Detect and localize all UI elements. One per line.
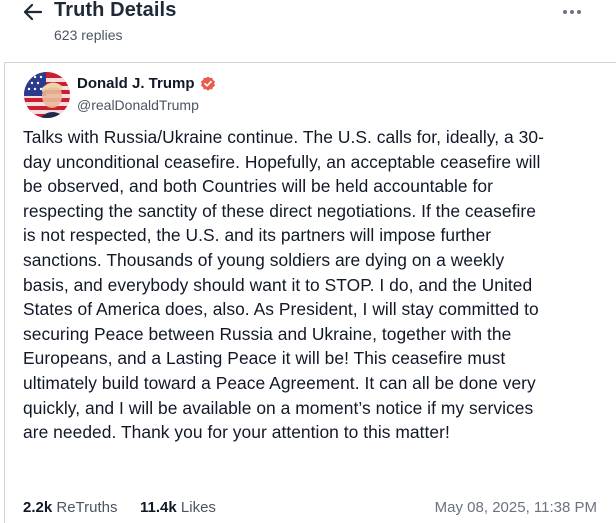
author-handle[interactable]: @realDonaldTrump [77,97,199,113]
retruths-count: 2.2k [23,499,53,516]
post-body-line: Talks with Russia/Ukraine continue. The … [23,127,544,147]
retruths-label: ReTruths [56,499,118,516]
page-header: Truth Details 623 replies [0,0,616,56]
page-title: Truth Details [54,0,177,21]
post-body-line: are needed. Thank you for your attention… [23,422,450,443]
likes-stat[interactable]: 11.4k Likes [140,499,216,516]
post-stats: 2.2k ReTruths 11.4k Likes May 08, 2025, … [23,499,616,521]
post-body-line: ultimately build toward a Peace Agreemen… [23,372,536,393]
avatar-image [24,72,70,118]
more-options-button[interactable] [560,4,584,20]
author-name-text: Donald J. Trump [77,75,195,92]
arrow-left-icon [24,4,42,20]
post-body-line: Europeans, and a Lasting Peace it will b… [23,348,506,369]
post-body-line: quickly, and I will be available on a mo… [23,397,534,418]
replies-count: 623 replies [54,27,123,43]
verified-badge-icon [200,76,216,92]
post-body-line: is not respected, the U.S. and its partn… [23,225,492,246]
post-body: Talks with Russia/Ukraine continue. The … [23,125,603,445]
post-body-line: basis, and everybody should want it to S… [23,274,533,295]
avatar[interactable] [24,72,70,118]
post-card: Donald J. Trump @realDonaldTrump Talks w… [4,62,616,523]
post-body-line: securing Peace between Russia and Ukrain… [23,323,512,344]
author-name[interactable]: Donald J. Trump [77,75,216,92]
post-body-line: States of America does, also. As Preside… [23,299,539,320]
post-body-line: respecting the sanctity of these direct … [23,200,536,221]
more-horizontal-icon [563,10,581,14]
back-button[interactable] [20,0,46,24]
retruths-stat[interactable]: 2.2k ReTruths [23,499,118,516]
post-body-line: day unconditional ceasefire. Hopefully, … [23,151,541,172]
post-body-line: sanctions. Thousands of young soldiers a… [23,249,505,270]
likes-label: Likes [180,499,216,516]
post-body-line: be observed, and both Countries will be … [23,176,493,197]
likes-count: 11.4k [140,499,177,516]
post-timestamp[interactable]: May 08, 2025, 11:38 PM [435,499,597,516]
